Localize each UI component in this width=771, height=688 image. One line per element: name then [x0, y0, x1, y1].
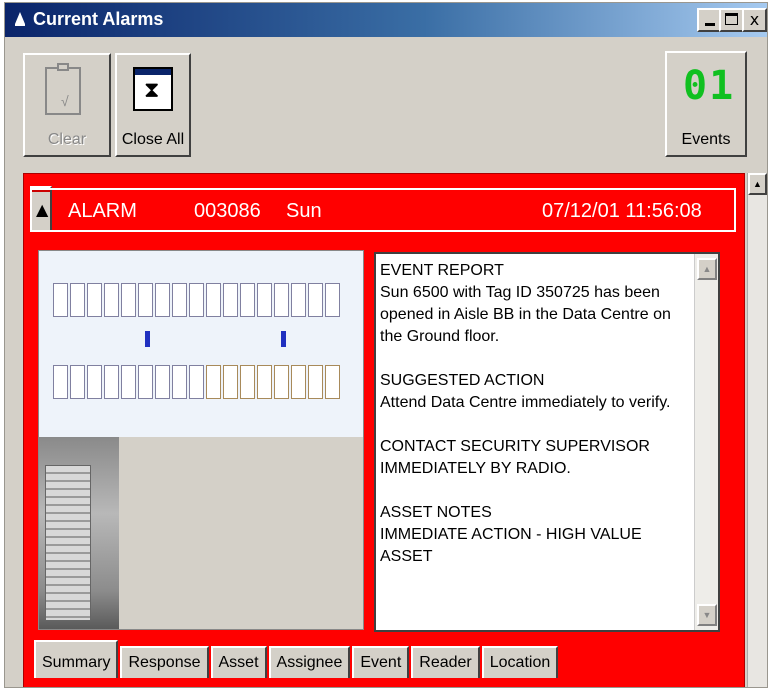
tab-event[interactable]: Event — [352, 646, 410, 678]
close-icon: x — [749, 10, 760, 29]
alarm-asset: Sun — [286, 200, 322, 222]
close-all-button-label: Close All — [121, 131, 185, 148]
tag-location-marker — [281, 331, 286, 347]
maximize-icon — [725, 13, 738, 25]
asset-photo — [39, 437, 119, 629]
arrow-up-icon: ▲ — [702, 264, 712, 274]
report-scrollbar[interactable]: ▲ ▼ — [694, 254, 718, 630]
detail-tabs: Summary Response Asset Assignee Event Re… — [34, 638, 560, 678]
event-report-text: EVENT REPORT Sun 6500 with Tag ID 350725… — [380, 262, 671, 565]
rack-row-bottom — [53, 365, 340, 399]
tab-reader[interactable]: Reader — [411, 646, 480, 678]
events-count: 01 — [683, 63, 736, 109]
alarm-type: ALARM — [68, 200, 137, 222]
main-scroll-up-button[interactable]: ▲ — [748, 173, 767, 195]
tag-location-marker — [145, 331, 150, 347]
alarm-bell-icon — [15, 12, 25, 26]
tab-asset[interactable]: Asset — [210, 646, 267, 678]
maximize-button[interactable] — [719, 8, 744, 32]
clear-button-label: Clear — [47, 131, 87, 148]
minimize-icon — [704, 23, 715, 26]
events-counter-button[interactable]: 01 Events — [665, 51, 747, 157]
floor-plan-map[interactable] — [39, 251, 363, 437]
rack-row-top — [53, 283, 340, 317]
alarm-detail-panel: ▲ ALARM 003086 Sun 07/12/01 11:56:08 EVE… — [23, 173, 745, 687]
alarm-timestamp: 07/12/01 11:56:08 — [542, 200, 702, 222]
toolbar: √ Clear ⧗ Close All 01 Events — [5, 37, 767, 165]
tab-location[interactable]: Location — [481, 646, 559, 678]
title-bar[interactable]: Current Alarms x — [5, 3, 767, 37]
tab-response[interactable]: Response — [120, 646, 209, 678]
clipboard-check-icon: √ — [45, 63, 81, 115]
scroll-up-button[interactable]: ▲ — [697, 258, 717, 280]
events-label: Events — [681, 131, 731, 148]
close-all-button[interactable]: ⧗ Close All — [115, 53, 191, 157]
arrow-down-icon: ▼ — [702, 610, 712, 620]
alarm-id: 003086 — [194, 200, 261, 222]
scroll-down-button[interactable]: ▼ — [697, 604, 717, 626]
arrow-up-icon: ▲ — [753, 179, 762, 189]
asset-images — [38, 250, 364, 630]
tab-summary[interactable]: Summary — [34, 640, 119, 678]
close-button[interactable]: x — [742, 8, 767, 32]
hourglass-icon: ⧗ — [133, 67, 173, 111]
window-title: Current Alarms — [33, 9, 164, 29]
event-report-panel[interactable]: EVENT REPORT Sun 6500 with Tag ID 350725… — [374, 252, 720, 632]
clear-button[interactable]: √ Clear — [23, 53, 111, 157]
current-alarms-window: Current Alarms x √ Clear ⧗ Close All 01 … — [4, 2, 768, 688]
main-scrollbar[interactable]: ▲ — [747, 173, 767, 687]
tab-assignee[interactable]: Assignee — [268, 646, 351, 678]
